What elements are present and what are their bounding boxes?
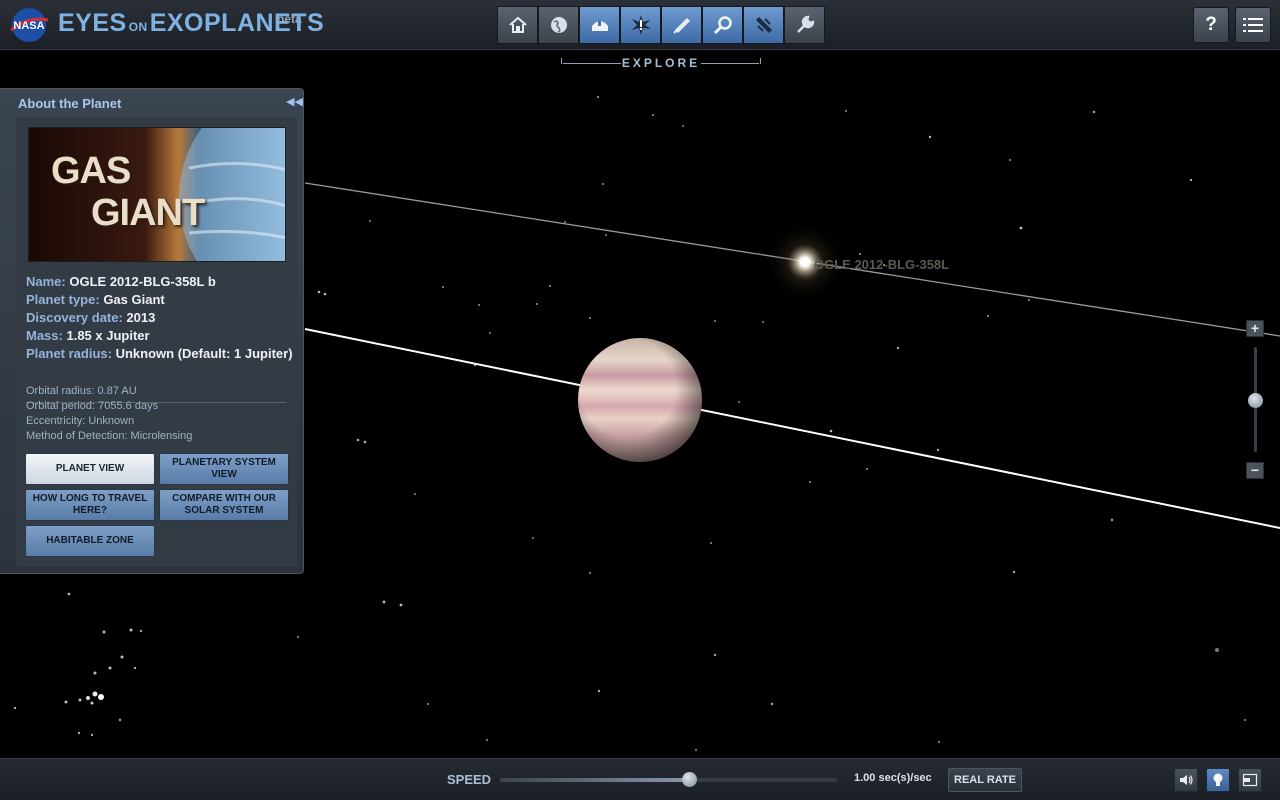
app-title-eyes: EYES — [58, 9, 127, 37]
menu-button[interactable] — [1235, 7, 1271, 43]
discovery-button[interactable] — [620, 6, 661, 44]
discovery-burst-icon — [631, 15, 651, 35]
list-icon — [1243, 18, 1263, 32]
speed-slider-handle[interactable] — [681, 772, 697, 787]
search-button[interactable] — [702, 6, 743, 44]
planet-orbit-line — [304, 328, 1280, 529]
telescope-icon — [672, 18, 690, 34]
thumbnail-line1: GAS — [51, 150, 131, 192]
detail-orbital-radius: Orbital radius: 0.87 AU — [26, 385, 137, 397]
zoom-slider-handle[interactable] — [1248, 392, 1263, 408]
top-bar: NASA EYES ONEXOPLANETS beta ? — [0, 0, 1280, 50]
planet-type-thumbnail: GAS GIANT — [28, 127, 286, 262]
telescope-button[interactable] — [661, 6, 702, 44]
section-label: EXPLORE — [561, 56, 761, 70]
detail-detection-method: Method of Detection: Microlensing — [26, 430, 193, 442]
speed-label: SPEED — [447, 772, 492, 787]
planet-view-button[interactable]: PLANET VIEW — [25, 453, 155, 485]
star-label[interactable]: OGLE 2012-BLG-358L — [814, 257, 949, 272]
collapse-panel-icon[interactable]: ◀◀ — [286, 95, 303, 108]
about-planet-panel: About the Planet ◀◀ GAS GIANT Name: OGLE… — [0, 88, 304, 574]
thumbnail-line2: GIANT — [91, 192, 205, 234]
zoom-in-button[interactable]: + — [1246, 320, 1264, 337]
section-label-tick-right — [760, 58, 761, 64]
lighting-button[interactable] — [1206, 768, 1230, 792]
observatory-icon — [591, 20, 608, 31]
fullscreen-button[interactable] — [1238, 768, 1262, 792]
globe-icon — [550, 17, 567, 33]
speed-slider-fill — [500, 778, 689, 782]
detail-orbital-period: Orbital period: 7055.6 days — [26, 400, 159, 412]
speaker-icon — [1180, 775, 1193, 785]
info-discovery-date: Discovery date: 2013 — [26, 310, 156, 325]
planet-body[interactable] — [578, 338, 702, 462]
help-button[interactable]: ? — [1193, 7, 1229, 43]
app-window: OGLE 2012-BLG-358L NASA EYES ONEXOPLANETS… — [0, 0, 1280, 800]
detail-eccentricity: Eccentricity: Unknown — [26, 415, 135, 427]
habitable-zone-button[interactable]: HABITABLE ZONE — [25, 525, 155, 557]
section-label-tick-left — [561, 58, 562, 64]
zoom-out-button[interactable]: − — [1246, 462, 1264, 479]
lightbulb-icon — [1213, 773, 1223, 786]
speed-value: 1.00 sec(s)/sec — [854, 772, 932, 784]
wrench-icon — [796, 15, 814, 33]
globe-button[interactable] — [538, 6, 579, 44]
planetary-system-view-button[interactable]: PLANETARY SYSTEM VIEW — [159, 453, 289, 485]
home-icon — [508, 16, 527, 33]
window-icon — [1242, 773, 1258, 787]
thumbnail-caption: GAS GIANT — [51, 150, 205, 234]
spacecraft-icon — [755, 17, 772, 33]
info-mass: Mass: 1.85 x Jupiter — [26, 328, 150, 343]
spacecraft-button[interactable] — [743, 6, 784, 44]
search-magnifier-icon — [713, 16, 732, 35]
compare-solar-system-button[interactable]: COMPARE WITH OUR SOLAR SYSTEM — [159, 489, 289, 521]
real-rate-button[interactable]: REAL RATE — [948, 768, 1022, 792]
home-button[interactable] — [497, 6, 538, 44]
settings-button[interactable] — [784, 6, 825, 44]
main-toolbar — [497, 6, 825, 44]
app-title-on: ON — [128, 20, 148, 34]
beta-badge: beta — [277, 12, 302, 26]
nasa-logo[interactable]: NASA — [8, 6, 50, 44]
bottom-bar: SPEED 1.00 sec(s)/sec REAL RATE — [0, 758, 1280, 800]
travel-time-button[interactable]: HOW LONG TO TRAVEL HERE? — [25, 489, 155, 521]
info-planet-radius: Planet radius: Unknown (Default: 1 Jupit… — [26, 346, 293, 361]
nasa-logo-text: NASA — [13, 20, 44, 32]
info-planet-type: Planet type: Gas Giant — [26, 292, 165, 307]
observatory-button[interactable] — [579, 6, 620, 44]
host-star[interactable] — [800, 257, 810, 267]
panel-content: GAS GIANT Name: OGLE 2012-BLG-358L b Pla… — [16, 117, 297, 567]
sound-button[interactable] — [1174, 768, 1198, 792]
info-name: Name: OGLE 2012-BLG-358L b — [26, 274, 216, 289]
panel-title: About the Planet — [18, 96, 122, 111]
